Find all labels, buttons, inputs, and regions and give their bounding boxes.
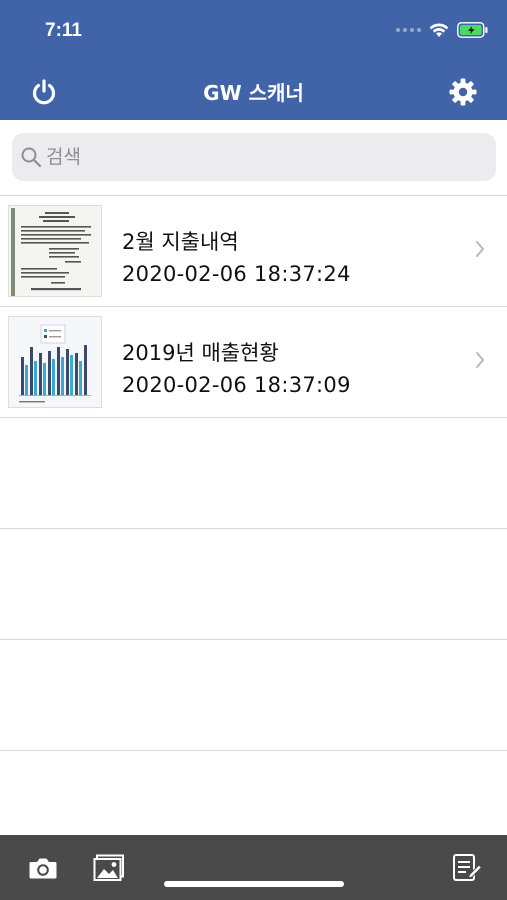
edit-list-icon xyxy=(453,854,483,881)
document-title: 2월 지출내역 xyxy=(122,230,239,254)
document-list: 2월 지출내역 2020-02-06 18:37:24 2019년 매출현황 2… xyxy=(0,195,507,862)
battery-icon xyxy=(457,22,488,38)
camera-icon xyxy=(29,858,57,879)
bottom-toolbar xyxy=(0,835,507,900)
gallery-button[interactable] xyxy=(92,851,126,885)
receipt-thumbnail xyxy=(8,205,102,297)
chevron-right-icon xyxy=(476,352,484,368)
gallery-icon xyxy=(93,854,124,881)
document-title: 2019년 매출현황 xyxy=(122,341,279,365)
document-date: 2020-02-06 18:37:09 xyxy=(122,373,351,397)
empty-row xyxy=(0,418,507,529)
list-item[interactable]: 2019년 매출현황 2020-02-06 18:37:09 xyxy=(0,307,507,418)
chevron-right-icon xyxy=(476,241,484,257)
app-header: 7:11 GW 스캐너 xyxy=(0,0,507,120)
list-item[interactable]: 2월 지출내역 2020-02-06 18:37:24 xyxy=(0,196,507,307)
page-title: GW 스캐너 xyxy=(203,81,304,105)
empty-row xyxy=(0,640,507,751)
search-bar-container xyxy=(0,120,507,194)
search-icon xyxy=(21,147,42,168)
search-box[interactable] xyxy=(12,133,496,181)
cellular-signal-icon xyxy=(396,28,421,32)
empty-row xyxy=(0,529,507,640)
document-date: 2020-02-06 18:37:24 xyxy=(122,262,351,286)
home-indicator xyxy=(164,881,344,887)
camera-button[interactable] xyxy=(26,851,60,885)
status-indicators xyxy=(396,22,489,38)
edit-list-button[interactable] xyxy=(450,851,484,885)
search-input[interactable] xyxy=(46,146,466,168)
chart-thumbnail xyxy=(8,316,102,408)
settings-button[interactable] xyxy=(445,74,481,110)
gear-icon xyxy=(449,78,477,106)
wifi-icon xyxy=(429,23,449,37)
status-time: 7:11 xyxy=(45,20,82,41)
